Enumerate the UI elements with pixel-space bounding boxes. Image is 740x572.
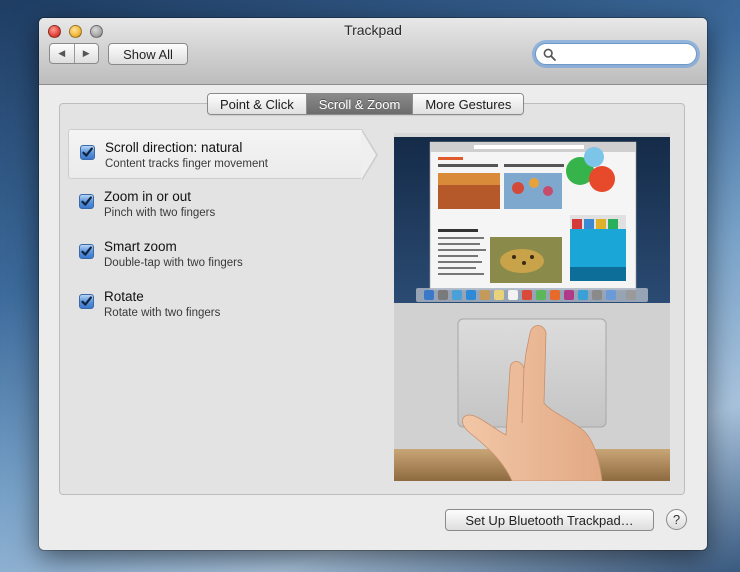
option-subtitle: Double-tap with two fingers [104,257,243,269]
setup-bluetooth-trackpad-button[interactable]: Set Up Bluetooth Trackpad… [445,509,654,531]
checkmark-icon [81,196,92,206]
option-title: Scroll direction: natural [105,140,243,155]
selection-arrow [361,129,378,181]
search-input[interactable] [560,46,690,62]
back-forward-control: ◀ ▶ [49,43,99,64]
forward-button[interactable]: ▶ [73,44,99,63]
back-button[interactable]: ◀ [50,44,74,63]
gesture-options: Scroll direction: natural Content tracks… [68,129,381,330]
help-button[interactable]: ? [666,509,687,530]
option-title: Zoom in or out [104,189,192,204]
option-subtitle: Content tracks finger movement [105,158,268,170]
chevron-right-icon: ▶ [82,48,90,58]
option-scroll-direction[interactable]: Scroll direction: natural Content tracks… [68,129,378,181]
search-icon [543,48,556,61]
scroll-direction-checkbox[interactable] [80,145,95,160]
option-subtitle: Pinch with two fingers [104,207,216,219]
gesture-preview-video [394,133,670,481]
tab-more-gestures[interactable]: More Gestures [412,94,524,114]
window-title: Trackpad [344,22,402,38]
option-rotate[interactable]: Rotate Rotate with two fingers [69,280,381,330]
preferences-window: Trackpad ◀ ▶ Show All Point & Click Scro… [39,18,707,550]
checkmark-icon [81,296,92,306]
tab-point-click[interactable]: Point & Click [208,94,306,114]
checkmark-icon [81,246,92,256]
checkmark-icon [82,147,93,157]
chevron-left-icon: ◀ [58,48,66,58]
option-title: Smart zoom [104,239,177,254]
tab-scroll-zoom[interactable]: Scroll & Zoom [305,94,413,114]
option-subtitle: Rotate with two fingers [104,307,221,319]
show-all-button[interactable]: Show All [108,43,188,65]
option-smart-zoom[interactable]: Smart zoom Double-tap with two fingers [69,230,381,280]
preview-illustration [394,133,670,481]
rotate-checkbox[interactable] [79,294,94,309]
option-title: Rotate [104,289,144,304]
smart-zoom-checkbox[interactable] [79,244,94,259]
tab-bar: Point & Click Scroll & Zoom More Gesture… [207,93,525,115]
option-zoom[interactable]: Zoom in or out Pinch with two fingers [69,180,381,230]
search-field[interactable] [535,43,697,65]
title-toolbar: Trackpad ◀ ▶ Show All [39,18,707,85]
zoom-checkbox[interactable] [79,194,94,209]
